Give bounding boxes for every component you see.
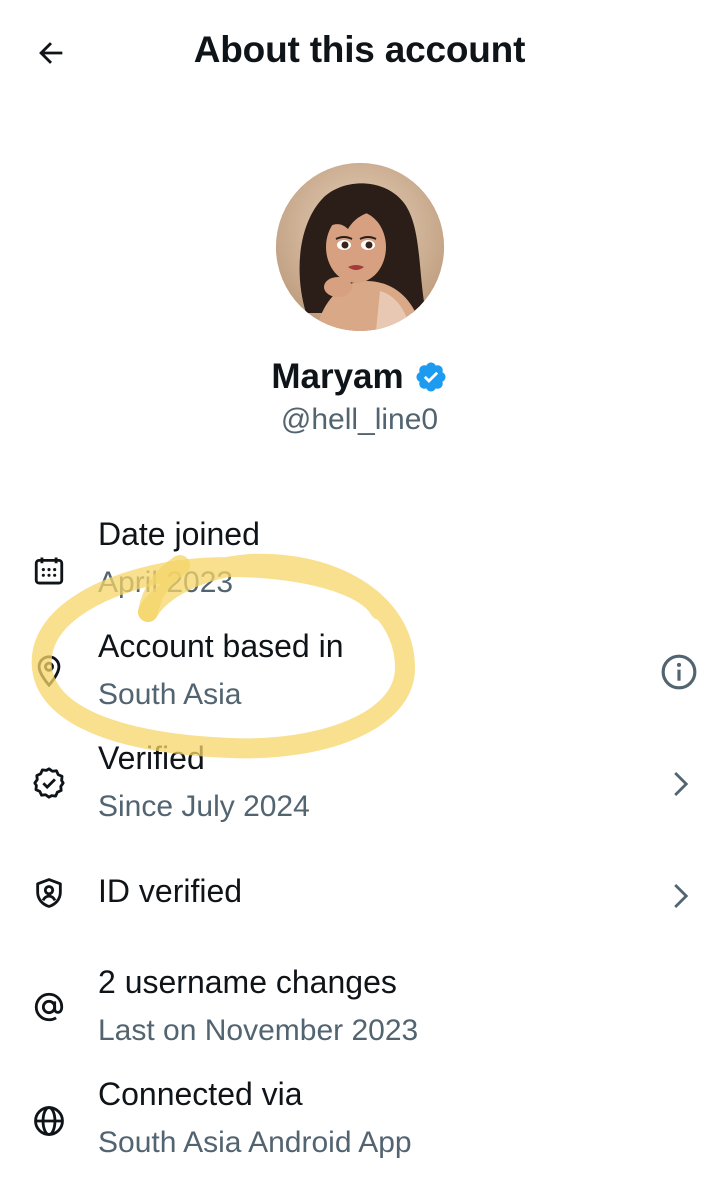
row-value: South Asia (98, 678, 242, 711)
row-connected-via: Connected via South Asia Android App (0, 1072, 719, 1172)
shield-user-icon (26, 870, 72, 916)
top-bar: About this account (0, 0, 719, 104)
row-label: ID verified (98, 873, 243, 909)
avatar[interactable] (276, 163, 444, 331)
row-verified[interactable]: Verified Since July 2024 (0, 736, 719, 836)
avatar-illustration (276, 163, 444, 331)
row-label: 2 username changes (98, 964, 397, 1000)
profile-name: Maryam (271, 357, 404, 396)
page-title: About this account (193, 29, 526, 70)
profile-handle: @hell_line0 (280, 403, 439, 436)
row-label: Account based in (98, 628, 344, 664)
row-value: Since July 2024 (98, 790, 310, 823)
info-button[interactable] (657, 650, 701, 694)
row-username-changes: 2 username changes Last on November 2023 (0, 960, 719, 1060)
row-label: Connected via (98, 1076, 303, 1112)
location-pin-icon (26, 648, 72, 694)
at-sign-icon (26, 984, 72, 1030)
chevron-right-icon (659, 762, 703, 806)
row-value: April 2023 (98, 566, 234, 599)
row-account-based-in: Account based in South Asia (0, 624, 719, 724)
row-value: South Asia Android App (98, 1126, 412, 1159)
profile-name-row: Maryam (0, 357, 719, 397)
verified-check-icon (26, 760, 72, 806)
row-label: Date joined (98, 516, 260, 552)
row-label: Verified (98, 740, 205, 776)
row-id-verified[interactable]: ID verified (0, 860, 719, 930)
chevron-right-icon (659, 874, 703, 918)
verified-badge-icon (416, 362, 446, 392)
row-value: Last on November 2023 (98, 1014, 419, 1047)
row-date-joined: Date joined April 2023 (0, 512, 719, 612)
info-icon (661, 654, 697, 690)
globe-icon (26, 1098, 72, 1144)
calendar-icon (26, 548, 72, 594)
